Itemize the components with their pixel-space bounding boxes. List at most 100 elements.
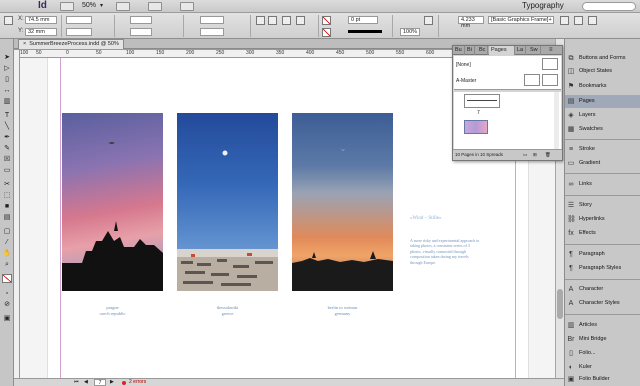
page-size-icon[interactable]: ▭ [523,150,527,160]
panel-effects[interactable]: fx Effects [565,227,640,240]
preflight-errors[interactable]: 2 errors [129,379,146,386]
panel-links[interactable]: ∞ Links [565,178,640,191]
panel-pages[interactable]: ▤ Pages [565,95,640,108]
pages-scrollbar[interactable] [554,92,559,150]
rectangle-frame-tool-icon[interactable]: ☒ [2,155,12,164]
workspace-switcher[interactable]: Typography [522,1,564,10]
pencil-tool-icon[interactable]: ✎ [2,144,12,153]
text-frame-icon[interactable] [282,16,291,25]
photo-prague[interactable] [62,113,163,291]
panel-bookmarks[interactable]: ⚑ Bookmarks [565,80,640,93]
auto-fit-icon[interactable] [560,16,569,25]
panel-articles[interactable]: ▥ Articles [565,319,640,332]
pen-tool-icon[interactable]: ✒ [2,133,12,142]
screen-mode-button[interactable] [148,2,162,11]
tab-buttons[interactable]: Bu [453,46,465,55]
hand-tool-icon[interactable]: ✋ [2,249,12,258]
page-thumbnail-selected[interactable] [464,120,488,134]
help-search-input[interactable] [582,2,636,11]
height-field[interactable] [66,28,92,36]
panel-object-states[interactable]: ◫ Object States [565,65,640,78]
page-tool-icon[interactable]: ▯ [2,75,12,84]
screen-mode-icon[interactable]: ▣ [2,314,12,323]
fill-swatch-icon[interactable] [322,16,331,25]
selection-tool-icon[interactable]: ➤ [2,53,12,62]
tab-swatches[interactable]: Sw [528,46,541,55]
frame-width-field[interactable]: 4.233 mm [458,16,484,29]
wind-title[interactable]: «Wind – Stille» [410,216,441,221]
document-tab[interactable]: × SummerBreezeProcess.indd @ 50% [18,39,124,49]
close-icon[interactable]: × [23,41,26,47]
caption-berlin[interactable]: berlin to weimar germany [292,305,393,317]
gradient-tool-icon[interactable]: ■ [2,202,12,211]
panel-folio-builder[interactable]: ▣ Folio Builder [565,373,640,386]
formatting-affects-container-icon[interactable]: ▫ [2,289,12,298]
caption-prague[interactable]: prague czech republic [62,305,163,317]
zoom-level[interactable]: 50% [82,2,96,9]
panel-menu-icon[interactable]: ≡ [549,47,553,53]
line-tool-icon[interactable]: ╲ [2,122,12,131]
panel-story[interactable]: ☰ Story [565,199,640,212]
bridge-button[interactable] [60,2,74,11]
rotate-icon[interactable] [256,16,265,25]
direct-selection-tool-icon[interactable]: ▷ [2,64,12,73]
scissors-tool-icon[interactable]: ✂ [2,180,12,189]
stroke-style-preview[interactable] [348,30,382,33]
fill-stroke-icon[interactable] [2,274,12,283]
x-field[interactable]: 74.5 mm [25,16,57,24]
delete-page-icon[interactable]: 🗑 [545,150,551,160]
master-a[interactable]: A-Master [456,78,476,84]
tab-bookmarks[interactable]: Bi [465,46,475,55]
panel-paragraph-styles[interactable]: ¶ Paragraph Styles [565,262,640,275]
caption-thessaloniki[interactable]: thessaloniki greece [177,305,278,317]
page-number-field[interactable]: 7 [94,379,106,386]
reference-point-icon[interactable] [4,16,13,25]
gradient-feather-tool-icon[interactable]: ▤ [2,213,12,222]
previous-page-icon[interactable]: ◀ [84,379,88,386]
panel-stroke[interactable]: ≡ Stroke [565,143,640,156]
eyedropper-tool-icon[interactable]: ⁄ [2,238,12,247]
object-style-select[interactable]: [Basic Graphics Frame]+ [488,16,554,24]
master-none-thumbnail[interactable] [542,58,558,70]
shear-field[interactable] [200,28,224,36]
arrange-documents-button[interactable] [180,2,194,11]
y-field[interactable]: 32 mm [25,28,57,36]
note-tool-icon[interactable]: ▢ [2,227,12,236]
flip-horizontal-icon[interactable] [268,16,277,25]
zoom-tool-icon[interactable]: ⌕ [2,260,12,269]
content-collector-icon[interactable]: ▥ [2,97,12,106]
rectangle-tool-icon[interactable]: ▭ [2,166,12,175]
view-options-button[interactable] [116,2,130,11]
tab-layers[interactable]: La [515,46,527,55]
stroke-weight-field[interactable]: 0 pt [348,16,378,24]
gap-tool-icon[interactable]: ↔ [2,86,12,95]
opacity-field[interactable]: 100% [400,28,420,36]
apply-none-icon[interactable]: ⊘ [2,300,12,309]
quick-apply-icon[interactable] [574,16,583,25]
scale-x-field[interactable] [130,16,152,24]
panel-hyperlinks[interactable]: ⛓ Hyperlinks [565,213,640,226]
panel-layers[interactable]: ◈ Layers [565,109,640,122]
page-thumbnail-spread[interactable] [464,94,500,108]
free-transform-tool-icon[interactable]: ⬚ [2,191,12,200]
next-page-icon[interactable]: ▶ [110,379,114,386]
panel-mini-bridge[interactable]: Br Mini Bridge [565,333,640,346]
wind-description[interactable]: A more risky and experimental approach t… [410,238,482,265]
scrollbar-thumb[interactable] [557,289,563,319]
width-field[interactable] [66,16,92,24]
first-page-icon[interactable]: ⏮ [74,379,79,386]
type-tool-icon[interactable]: T [2,111,12,120]
panel-character-styles[interactable]: A Character Styles [565,297,640,310]
photo-thessaloniki[interactable] [177,113,278,291]
tab-pages[interactable]: Pages [489,46,515,55]
master-a-left-thumbnail[interactable] [524,74,540,86]
new-page-icon[interactable]: ⊞ [533,150,537,160]
panel-folio[interactable]: ▯ Folio... [565,347,640,360]
chevron-down-icon[interactable]: ▾ [100,2,103,9]
effects-fx-icon[interactable] [424,16,433,25]
master-none[interactable]: [None] [456,62,471,68]
stroke-swatch-icon[interactable] [322,28,331,37]
tab-bc[interactable]: Bc [477,46,489,55]
panel-buttons-and-forms[interactable]: ⧉ Buttons and Forms [565,52,640,65]
photo-berlin-weimar[interactable] [292,113,393,291]
